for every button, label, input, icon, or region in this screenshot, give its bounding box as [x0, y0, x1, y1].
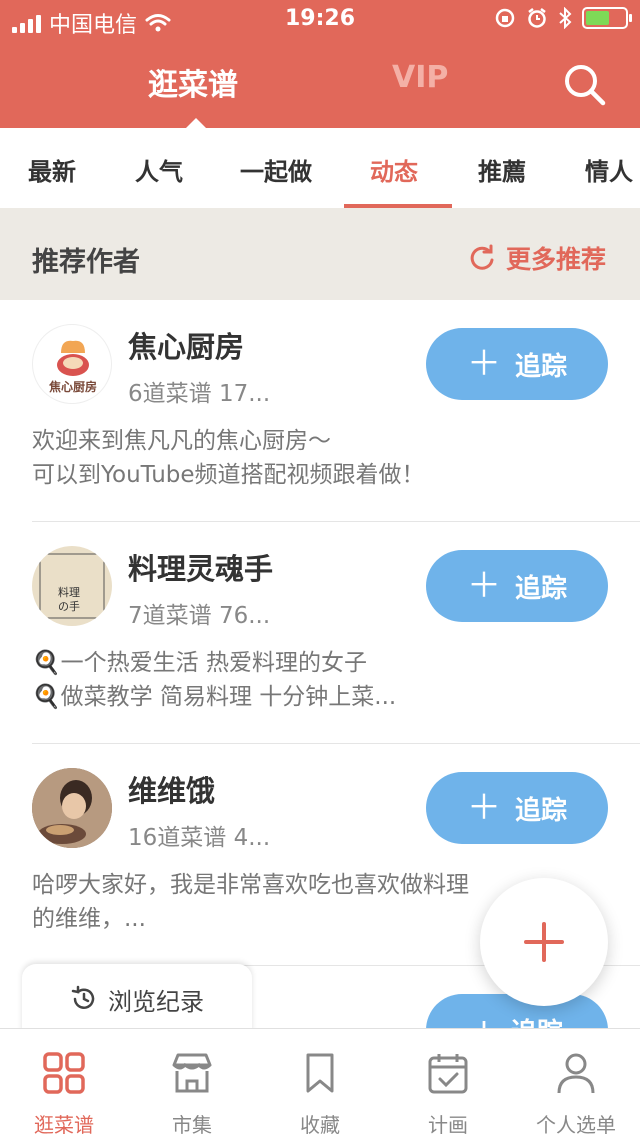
- tab-vip[interactable]: VIP: [392, 60, 448, 95]
- nav-item-plan[interactable]: 计画: [384, 1029, 512, 1136]
- tab-activity[interactable]: 动态: [370, 152, 418, 187]
- bottom-nav: 逛菜谱 市集 收藏 计画 个人选单: [0, 1028, 640, 1136]
- nav-item-browse-recipes[interactable]: 逛菜谱: [0, 1029, 128, 1136]
- nav-label: 收藏: [300, 1113, 340, 1136]
- avatar[interactable]: 料理 の手: [32, 546, 112, 626]
- battery-icon: [582, 7, 632, 29]
- avatar-logo-text: 料理: [58, 585, 80, 599]
- calendar-check-icon: [428, 1054, 468, 1094]
- bio-line: 哈啰大家好，我是非常喜欢吃也喜欢做料理: [32, 872, 469, 898]
- category-tabs: 最新 人气 一起做 动态 推薦 情人: [0, 128, 640, 208]
- active-tab-indicator: [186, 118, 206, 128]
- more-recommendations-label: 更多推荐: [505, 245, 606, 274]
- rotation-lock-icon: [495, 8, 515, 28]
- person-icon: [557, 1053, 595, 1094]
- nav-item-market[interactable]: 市集: [128, 1029, 256, 1136]
- follow-button[interactable]: ＋ 追踪: [426, 772, 608, 844]
- avatar[interactable]: 焦心厨房: [32, 324, 112, 404]
- browse-history-button[interactable]: 浏览纪录: [22, 964, 252, 1034]
- status-bar: 中国电信 19:26: [0, 0, 640, 40]
- follow-button[interactable]: ＋ 追踪: [426, 328, 608, 400]
- author-bio: 欢迎来到焦凡凡的焦心厨房～ 可以到YouTube频道搭配视频跟着做！: [32, 424, 492, 492]
- bluetooth-icon: [559, 7, 572, 29]
- bio-line: 🍳做菜教学 简易料理 十分钟上菜...: [32, 684, 397, 710]
- follow-label: 追踪: [514, 573, 567, 604]
- nav-item-profile[interactable]: 个人选单: [512, 1029, 640, 1136]
- plus-icon: ＋: [466, 344, 501, 384]
- bio-line: 的维维，...: [32, 906, 146, 932]
- refresh-icon: [470, 244, 494, 270]
- nav-item-favorites[interactable]: 收藏: [256, 1029, 384, 1136]
- tab-recommended[interactable]: 推薦: [478, 152, 526, 187]
- author-stats: 6道菜谱 17...: [128, 381, 271, 407]
- author-bio: 哈啰大家好，我是非常喜欢吃也喜欢做料理 的维维，...: [32, 868, 492, 936]
- alarm-icon: [528, 8, 546, 28]
- avatar-logo-text: の手: [58, 599, 80, 613]
- plus-icon: ＋: [466, 788, 501, 828]
- author-bio: 🍳一个热爱生活 热爱料理的女子 🍳做菜教学 简易料理 十分钟上菜...: [32, 646, 492, 714]
- nav-label: 市集: [172, 1113, 212, 1136]
- tab-cook-together[interactable]: 一起做: [240, 152, 312, 187]
- author-card[interactable]: 焦心厨房 焦心厨房 6道菜谱 17... ＋ 追踪 欢迎来到焦凡凡的焦心厨房～ …: [0, 300, 640, 522]
- more-recommendations-button[interactable]: 更多推荐: [468, 240, 606, 276]
- nav-label: 计画: [428, 1113, 468, 1136]
- tab-valentine[interactable]: 情人: [585, 152, 633, 187]
- add-button[interactable]: [480, 878, 608, 1006]
- nav-label: 逛菜谱: [34, 1113, 94, 1136]
- search-icon[interactable]: [562, 62, 606, 106]
- follow-label: 追踪: [514, 351, 567, 382]
- nav-label: 个人选单: [536, 1113, 616, 1136]
- store-icon: [172, 1053, 212, 1093]
- bio-line: 可以到YouTube频道搭配视频跟着做！: [32, 462, 425, 488]
- recommended-authors-header: 推荐作者 更多推荐: [0, 208, 640, 300]
- tab-latest[interactable]: 最新: [28, 152, 76, 187]
- follow-label: 追踪: [514, 795, 567, 826]
- bio-line: 欢迎来到焦凡凡的焦心厨房～: [32, 428, 331, 454]
- tab-popular[interactable]: 人气: [135, 152, 183, 187]
- grid-icon: [43, 1052, 85, 1094]
- follow-button[interactable]: ＋ 追踪: [426, 550, 608, 622]
- author-card[interactable]: 料理 の手 料理灵魂手 7道菜谱 76... ＋ 追踪 🍳一个热爱生活 热爱料理…: [0, 522, 640, 744]
- author-name[interactable]: 料理灵魂手: [128, 546, 273, 588]
- bio-line: 🍳一个热爱生活 热爱料理的女子: [32, 650, 367, 676]
- author-stats: 16道菜谱 4...: [128, 825, 271, 851]
- avatar[interactable]: [32, 768, 112, 848]
- author-name[interactable]: 维维饿: [128, 768, 215, 810]
- plus-icon: [524, 922, 564, 962]
- author-stats: 7道菜谱 76...: [128, 603, 271, 629]
- app-header: 中国电信 19:26 逛菜谱 VIP: [0, 0, 640, 128]
- tab-browse-recipes[interactable]: 逛菜谱: [148, 60, 238, 104]
- avatar-logo-text: 焦心厨房: [48, 379, 97, 394]
- bookmark-icon: [306, 1053, 334, 1093]
- section-title: 推荐作者: [32, 247, 140, 278]
- author-name[interactable]: 焦心厨房: [128, 324, 244, 366]
- history-icon: [71, 985, 95, 1009]
- plus-icon: ＋: [466, 566, 501, 606]
- browse-history-label: 浏览纪录: [108, 987, 204, 1016]
